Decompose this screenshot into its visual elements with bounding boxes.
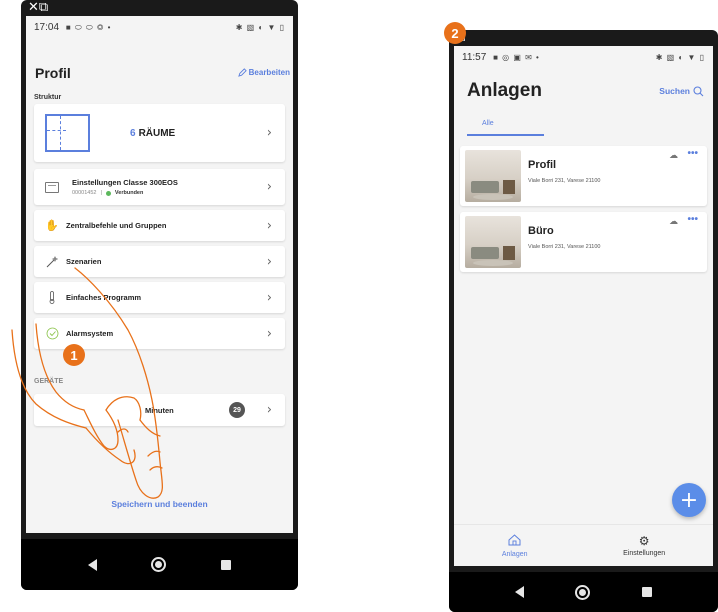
pointing-hand-illustration	[11, 267, 164, 499]
step-badge-2: 2	[444, 22, 466, 44]
step-badge-1: 1	[63, 344, 85, 366]
